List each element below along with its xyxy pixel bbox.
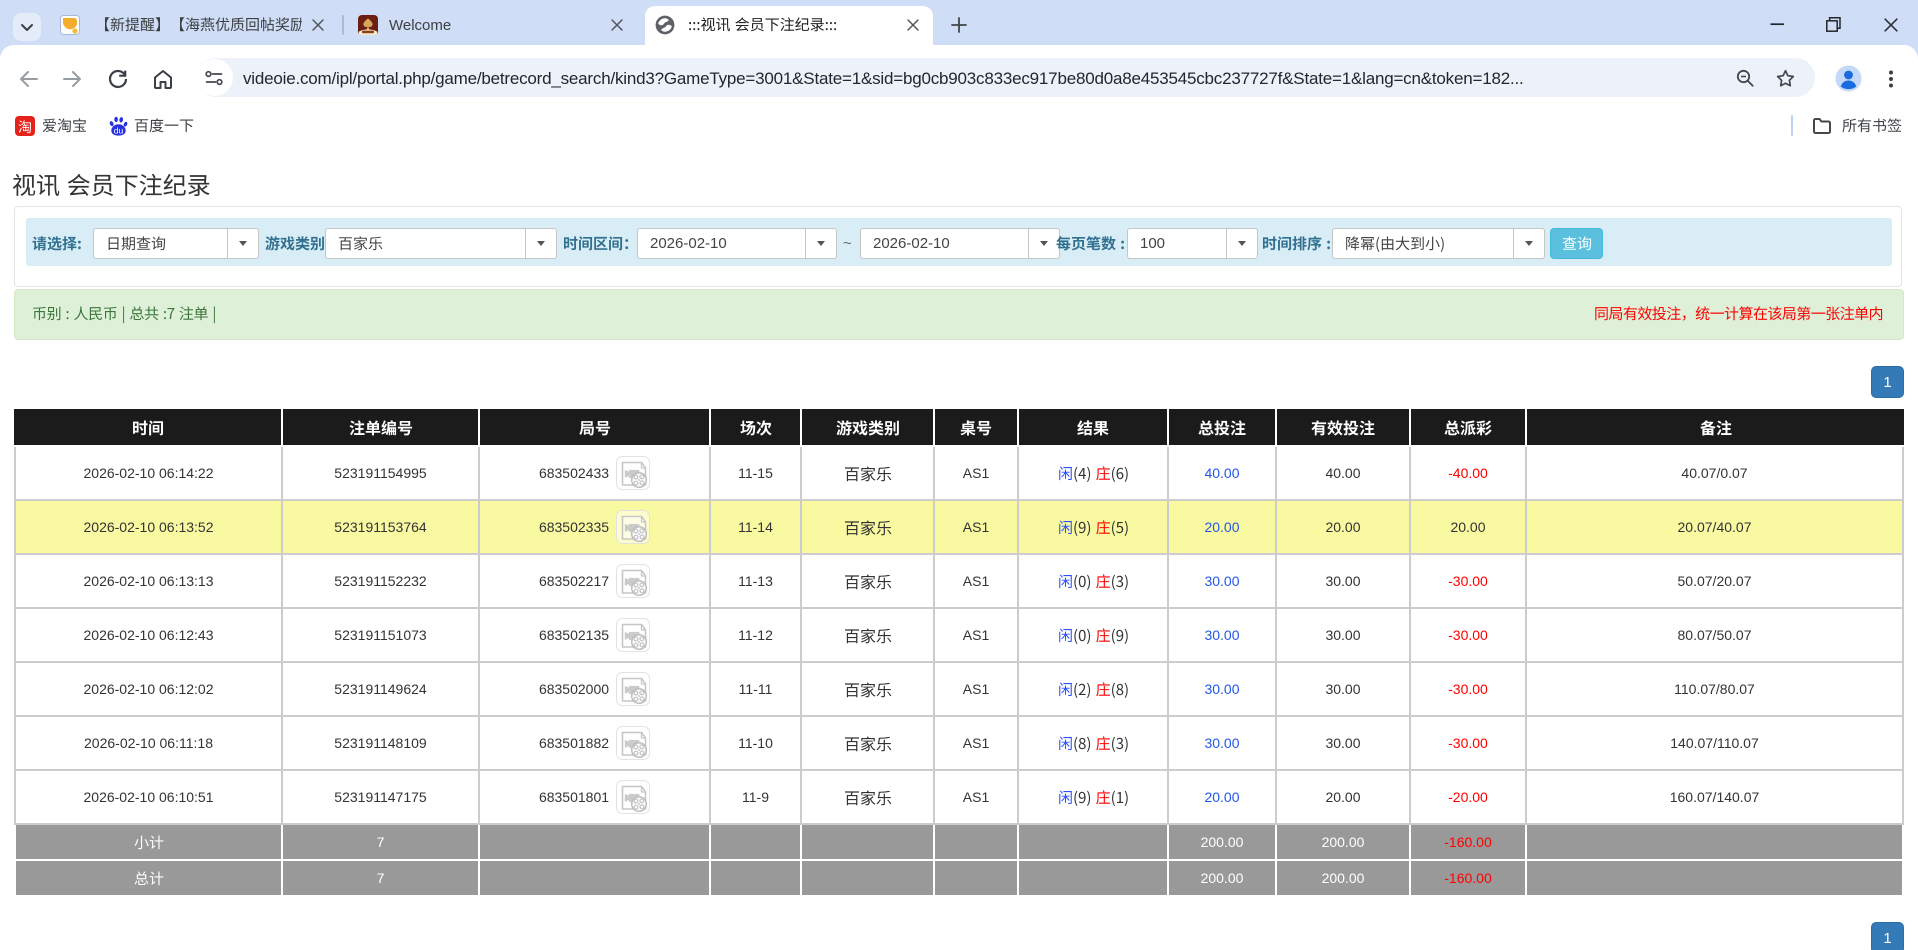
svg-text:du: du [114,125,124,135]
